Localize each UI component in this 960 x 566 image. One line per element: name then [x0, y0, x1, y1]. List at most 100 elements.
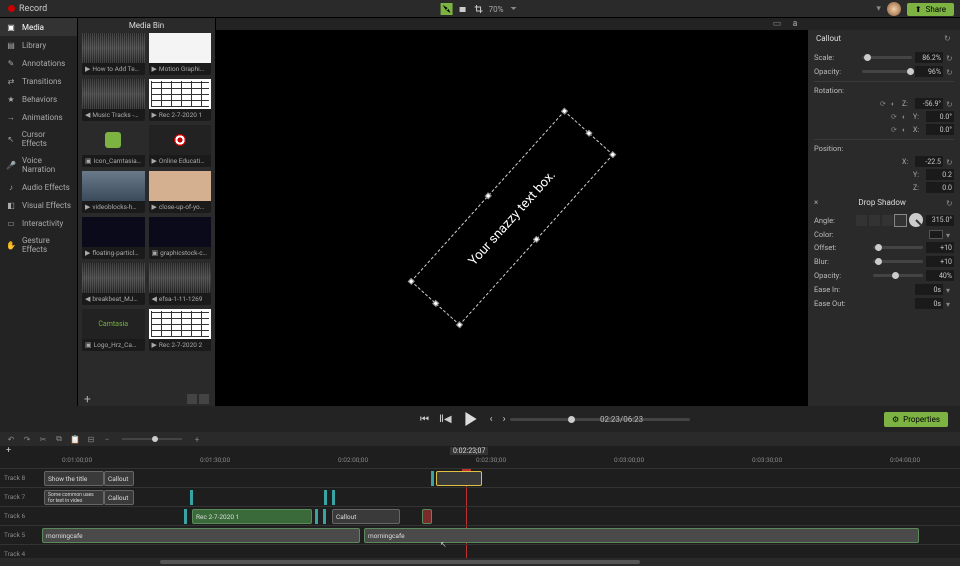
- clip-note[interactable]: Some common uses for text in video: [44, 490, 104, 505]
- user-avatar[interactable]: [887, 2, 901, 16]
- timeline-scrollbar[interactable]: [160, 560, 640, 564]
- rail-library[interactable]: ▤Library: [0, 36, 77, 54]
- rotation-y-value[interactable]: 0.0°: [926, 111, 954, 122]
- handle-tr[interactable]: [561, 108, 568, 115]
- rot-z-dial[interactable]: ◐: [891, 100, 899, 108]
- properties-button[interactable]: ⚙Properties: [884, 412, 948, 427]
- reset-scale-icon[interactable]: ↻: [946, 54, 954, 62]
- scrubber-knob[interactable]: [568, 416, 575, 423]
- rot-x-dial[interactable]: ◐: [902, 126, 910, 134]
- ds-offset-slider[interactable]: [873, 246, 923, 249]
- marker-7[interactable]: [323, 509, 326, 524]
- prev-frame-button[interactable]: ‹: [490, 414, 493, 425]
- record-button[interactable]: Record: [8, 4, 47, 14]
- marker-2[interactable]: [190, 490, 193, 505]
- opacity-value[interactable]: 96%: [915, 66, 943, 77]
- step-back-button[interactable]: Ⅱ◀: [439, 414, 452, 425]
- marker-4[interactable]: [332, 490, 335, 505]
- rail-media[interactable]: ▣Media: [0, 18, 77, 36]
- media-item[interactable]: ◀efsa-1-11-1269: [149, 263, 212, 305]
- callout-text-box[interactable]: Your snazzy text box.: [411, 110, 614, 325]
- clip-show-title[interactable]: Show the title: [44, 471, 104, 486]
- ds-opacity-value[interactable]: 40%: [926, 270, 954, 281]
- undo-button[interactable]: ↶: [6, 434, 16, 444]
- media-item[interactable]: ▶Rec 2-7-2020 1: [149, 79, 212, 121]
- shadow-preset-1[interactable]: [856, 215, 867, 226]
- opacity-slider[interactable]: [862, 70, 912, 73]
- media-item[interactable]: ▣Icon_Camtasia…: [82, 125, 145, 167]
- timeline-ruler[interactable]: 0:01:00;000:01:30;000:02:00;000:02:30;00…: [0, 456, 960, 468]
- clip-callout-2[interactable]: Callout: [104, 490, 134, 505]
- reset-opacity-icon[interactable]: ↻: [946, 68, 954, 76]
- canvas-text-icon[interactable]: a: [790, 19, 800, 29]
- rotation-x-value[interactable]: 0.0°: [926, 124, 954, 135]
- cut-button[interactable]: ✂: [38, 434, 48, 444]
- share-button[interactable]: ⬆ Share: [907, 3, 954, 16]
- zoom-out-button[interactable]: −: [102, 434, 112, 444]
- notification-icon[interactable]: ▾: [876, 4, 881, 14]
- shadow-preset-2[interactable]: [869, 215, 880, 226]
- media-item[interactable]: ▶Rec 2-7-2020 2: [149, 309, 212, 351]
- clip-callout-selected[interactable]: [436, 471, 482, 486]
- ds-blur-slider[interactable]: [873, 260, 923, 263]
- zoom-level[interactable]: 70%: [489, 5, 504, 14]
- position-y-value[interactable]: 0.2: [926, 169, 954, 180]
- rail-behaviors[interactable]: ★Behaviors: [0, 90, 77, 108]
- marker-5[interactable]: [184, 509, 187, 524]
- marker-6[interactable]: [315, 509, 318, 524]
- media-item[interactable]: ▣graphicstock-c…: [149, 217, 212, 259]
- handle-br[interactable]: [609, 151, 616, 158]
- handle-tm[interactable]: [485, 192, 492, 199]
- rail-animations[interactable]: →Animations: [0, 108, 77, 126]
- ds-angle-value[interactable]: 315.0°: [926, 215, 954, 226]
- rot-y-icon[interactable]: ⟳: [891, 113, 899, 121]
- split-button[interactable]: ⊟: [86, 434, 96, 444]
- rail-interactivity[interactable]: ▭Interactivity: [0, 214, 77, 232]
- handle-ml[interactable]: [432, 300, 439, 307]
- ds-blur-value[interactable]: +10: [926, 256, 954, 267]
- rail-visual-effects[interactable]: ◧Visual Effects: [0, 196, 77, 214]
- rail-annotations[interactable]: ✎Annotations: [0, 54, 77, 72]
- rot-x-icon[interactable]: ⟳: [891, 126, 899, 134]
- handle-tl[interactable]: [408, 278, 415, 285]
- rail-gesture-effects[interactable]: ✋Gesture Effects: [0, 232, 77, 258]
- reset-section-icon[interactable]: ↻: [944, 34, 952, 42]
- hand-tool-button[interactable]: [457, 3, 469, 15]
- reset-pos-icon[interactable]: ↻: [946, 158, 954, 166]
- media-item[interactable]: ▶How to Add Te…: [82, 33, 145, 75]
- ds-offset-value[interactable]: +10: [926, 242, 954, 253]
- media-item[interactable]: ▶Online Educati…: [149, 125, 212, 167]
- add-media-button[interactable]: +: [84, 392, 91, 406]
- scale-value[interactable]: 86.2%: [915, 52, 943, 63]
- play-button[interactable]: [462, 410, 480, 428]
- paste-button[interactable]: 📋: [70, 434, 80, 444]
- position-x-value[interactable]: -22.5: [915, 156, 943, 167]
- reset-rot-z-icon[interactable]: ↻: [946, 100, 954, 108]
- prev-clip-button[interactable]: ⏮: [420, 414, 429, 425]
- canvas-stage[interactable]: Your snazzy text box.: [216, 30, 808, 406]
- ds-easeout-value[interactable]: 0s: [915, 298, 943, 309]
- marker-1[interactable]: [431, 471, 434, 486]
- copy-button[interactable]: ⧉: [54, 434, 64, 444]
- clip-morningcafe-2[interactable]: morningcafe: [364, 528, 919, 543]
- clip-rec[interactable]: Rec 2-7-2020 1: [192, 509, 312, 524]
- rot-y-dial[interactable]: ◐: [902, 113, 910, 121]
- media-item[interactable]: Camtasia▣Logo_Hrz_Ca…: [82, 309, 145, 351]
- color-dropdown-icon[interactable]: ▾: [946, 231, 954, 239]
- grid-view-button[interactable]: [187, 394, 197, 404]
- rail-audio-effects[interactable]: ♪Audio Effects: [0, 178, 77, 196]
- zoom-in-button[interactable]: +: [192, 434, 202, 444]
- media-item[interactable]: ▶videoblocks-h…: [82, 171, 145, 213]
- handle-bl[interactable]: [456, 321, 463, 328]
- zoom-slider[interactable]: [122, 438, 182, 440]
- crop-tool-button[interactable]: [473, 3, 485, 15]
- media-item[interactable]: ◀Music Tracks -…: [82, 79, 145, 121]
- canvas-detach-icon[interactable]: ▭: [772, 19, 782, 29]
- zoom-dropdown-icon[interactable]: [507, 3, 519, 15]
- rail-cursor-effects[interactable]: ↖Cursor Effects: [0, 126, 77, 152]
- media-item[interactable]: ◀breakbeat_MJ…: [82, 263, 145, 305]
- rail-voice-narration[interactable]: 🎤Voice Narration: [0, 152, 77, 178]
- angle-dial[interactable]: [909, 213, 923, 227]
- clip-callout-1[interactable]: Callout: [104, 471, 134, 486]
- scale-slider[interactable]: [862, 56, 912, 59]
